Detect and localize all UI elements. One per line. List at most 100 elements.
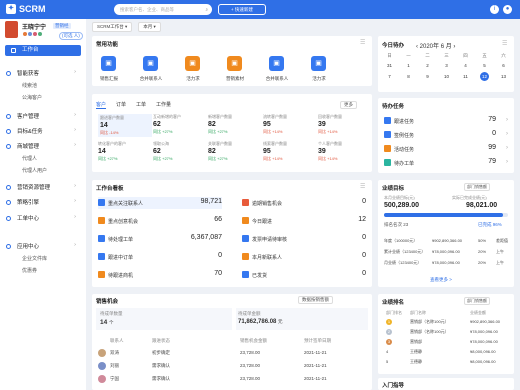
- user-menu-icon[interactable]: ●: [503, 5, 512, 14]
- workspace-icon: [11, 48, 16, 53]
- calendar-day[interactable]: 10: [437, 71, 456, 82]
- workbench-row[interactable]: 重点关注联系人 98,721: [98, 197, 222, 209]
- tab-ticket[interactable]: 工单: [136, 101, 146, 109]
- metric-cell[interactable]: 线索客户数量 95 同比 +14%: [263, 141, 317, 162]
- sidebar-item-6[interactable]: 工单中心 ›: [6, 214, 82, 222]
- goal-rank-label: 排名名次 23: [384, 222, 409, 227]
- calendar-day[interactable]: 9: [418, 71, 437, 82]
- task-row[interactable]: 待办工单 79 ›: [384, 157, 508, 169]
- quick-function-label[interactable]: 活力求: [173, 76, 213, 82]
- sidebar-item-1[interactable]: 客户管理 ›: [6, 112, 82, 120]
- sales-filter-select[interactable]: 数据按销售额: [298, 296, 333, 304]
- quick-function-label[interactable]: 活力求: [299, 76, 339, 82]
- workbench-row[interactable]: 重点创意机会 66: [98, 215, 222, 227]
- quick-function-label[interactable]: 营销素材: [215, 76, 255, 82]
- sidebar-item-2[interactable]: 目标&任务 ›: [6, 127, 82, 135]
- calendar-day[interactable]: 2: [418, 60, 437, 71]
- quick-function-label[interactable]: 销售汇报: [89, 76, 129, 82]
- more-icon[interactable]: ☰: [360, 183, 365, 190]
- workbench-row[interactable]: 逾期销售机会 0: [242, 197, 366, 209]
- merge-icon[interactable]: ▣: [143, 56, 158, 71]
- sidebar-item-5[interactable]: 策略引擎 ›: [6, 198, 82, 206]
- activity-icon[interactable]: ▣: [311, 56, 326, 71]
- workbench-row[interactable]: 已发货 0: [242, 269, 366, 281]
- sidebar-item-3[interactable]: 商城管理 ›: [6, 142, 82, 150]
- merge-icon[interactable]: ▣: [269, 56, 284, 71]
- period-select[interactable]: 本月 ▾: [138, 22, 161, 32]
- sales-cell: 23,728.00: [240, 376, 261, 381]
- material-icon[interactable]: ▣: [227, 56, 242, 71]
- metric-value: 62: [153, 121, 161, 128]
- app-logo[interactable]: ✦ SCRM: [6, 4, 46, 14]
- sales-cell[interactable]: 宁国: [110, 376, 119, 382]
- workbench-row[interactable]: 本月新联系人 0: [242, 251, 366, 263]
- user-status[interactable]: (可选 人): [59, 32, 83, 40]
- sidebar-item-0[interactable]: 智能获客 ›: [6, 69, 82, 77]
- metric-cell[interactable]: 新增客户数量 82 同比 +27%: [208, 114, 262, 135]
- tab-workload[interactable]: 工作量: [156, 101, 171, 109]
- calendar-day[interactable]: 31: [380, 60, 399, 71]
- activity-icon[interactable]: ▣: [185, 56, 200, 71]
- calendar-grid: 日一二三四五六 31 1 2 3 4 5 6 7 8 9 10 11 12 13: [380, 51, 513, 82]
- workbench-row[interactable]: 发票申请待审核 0: [242, 233, 366, 245]
- calendar-day[interactable]: 12: [475, 71, 494, 82]
- tab-order[interactable]: 订单: [116, 101, 126, 109]
- report-icon[interactable]: ▣: [101, 56, 116, 71]
- calendar-day[interactable]: 1: [399, 60, 418, 71]
- quick-new-button[interactable]: + 快速新建: [218, 4, 266, 15]
- sidebar-subitem[interactable]: 线索池: [22, 82, 37, 89]
- more-icon[interactable]: ☰: [502, 40, 507, 47]
- metric-cell[interactable]: 个人客户数量 39 同比 +14%: [318, 141, 372, 162]
- quick-function-label[interactable]: 合并联系人: [257, 76, 297, 82]
- sidebar-subitem[interactable]: 代理人用户: [22, 167, 47, 174]
- team-avatars: [22, 31, 43, 37]
- calendar-day[interactable]: 8: [399, 71, 418, 82]
- workbench-item-icon: [98, 199, 105, 206]
- calendar-month-picker[interactable]: ‹ 2020年 6 月 ›: [416, 41, 455, 50]
- calendar-day[interactable]: 7: [380, 71, 399, 82]
- sidebar-subitem[interactable]: 企业文件库: [22, 255, 47, 262]
- workspace-select[interactable]: SCRM工作台 ▾: [92, 22, 133, 32]
- calendar-day[interactable]: 13: [494, 71, 513, 82]
- metric-cell[interactable]: 跟进客户数量 14 同比 -14%: [98, 114, 152, 137]
- calendar-day[interactable]: 5: [475, 60, 494, 71]
- tab-customer[interactable]: 客户: [96, 101, 107, 109]
- task-row[interactable]: 跟进任务 79 ›: [384, 115, 508, 127]
- sidebar-item-workspace[interactable]: 工作台: [5, 45, 81, 56]
- ranking-filter-select[interactable]: 部门销售额: [464, 297, 490, 305]
- sales-cell[interactable]: 双涛: [110, 350, 119, 356]
- task-row[interactable]: 活动任务 99 ›: [384, 143, 508, 155]
- metric-label: 关联客户数量: [208, 141, 232, 146]
- metric-cell[interactable]: 流转客户数量 95 同比 +14%: [263, 114, 317, 135]
- sidebar-subitem[interactable]: 代理人: [22, 155, 37, 162]
- goal-more-link[interactable]: 查看更多 >: [430, 277, 452, 283]
- quick-function-label[interactable]: 合并联系人: [131, 76, 171, 82]
- workbench-row[interactable]: 待处理工单 6,367,087: [98, 233, 222, 245]
- workbench-row[interactable]: 今日跟进 12: [242, 215, 366, 227]
- sidebar-item-4[interactable]: 营销资源管理 ›: [6, 183, 82, 191]
- calendar-day[interactable]: 11: [456, 71, 475, 82]
- task-row[interactable]: 签例任务 0 ›: [384, 129, 508, 141]
- metric-cell[interactable]: 领取公海 62 同比 +27%: [153, 141, 207, 162]
- workbench-row[interactable]: 跟进中订单 0: [98, 251, 222, 263]
- ranking-cell: 5: [386, 359, 389, 364]
- sales-cell[interactable]: 刘丽: [110, 363, 119, 369]
- chevron-down-icon: ›: [74, 214, 76, 220]
- sidebar-subitem[interactable]: 公海客户: [22, 94, 42, 101]
- info-icon[interactable]: i: [490, 5, 499, 14]
- more-icon[interactable]: ☰: [360, 39, 365, 46]
- metric-cell[interactable]: 回收客户数量 39 同比 +14%: [318, 114, 372, 135]
- goal-actual-label: 实际已完成业绩(元): [452, 195, 487, 200]
- metric-cell[interactable]: 互动新增的客户 62 同比 +27%: [153, 114, 207, 135]
- calendar-day[interactable]: 4: [456, 60, 475, 71]
- sidebar-item-7[interactable]: 应用中心 ›: [6, 242, 82, 250]
- calendar-day[interactable]: 3: [437, 60, 456, 71]
- goal-filter-select[interactable]: 部门销售额: [464, 183, 490, 191]
- sidebar-subitem[interactable]: 优惠券: [22, 267, 37, 274]
- metric-cell[interactable]: 转化客户的客户 14 同比 +27%: [98, 141, 152, 162]
- global-search-input[interactable]: 搜索客户名、企业、商品等 ⌕: [114, 4, 212, 15]
- metrics-more-button[interactable]: 更多: [340, 101, 357, 109]
- calendar-day[interactable]: 6: [494, 60, 513, 71]
- workbench-row[interactable]: 待跟进商机 70: [98, 269, 222, 281]
- metric-cell[interactable]: 关联客户数量 82 同比 +27%: [208, 141, 262, 162]
